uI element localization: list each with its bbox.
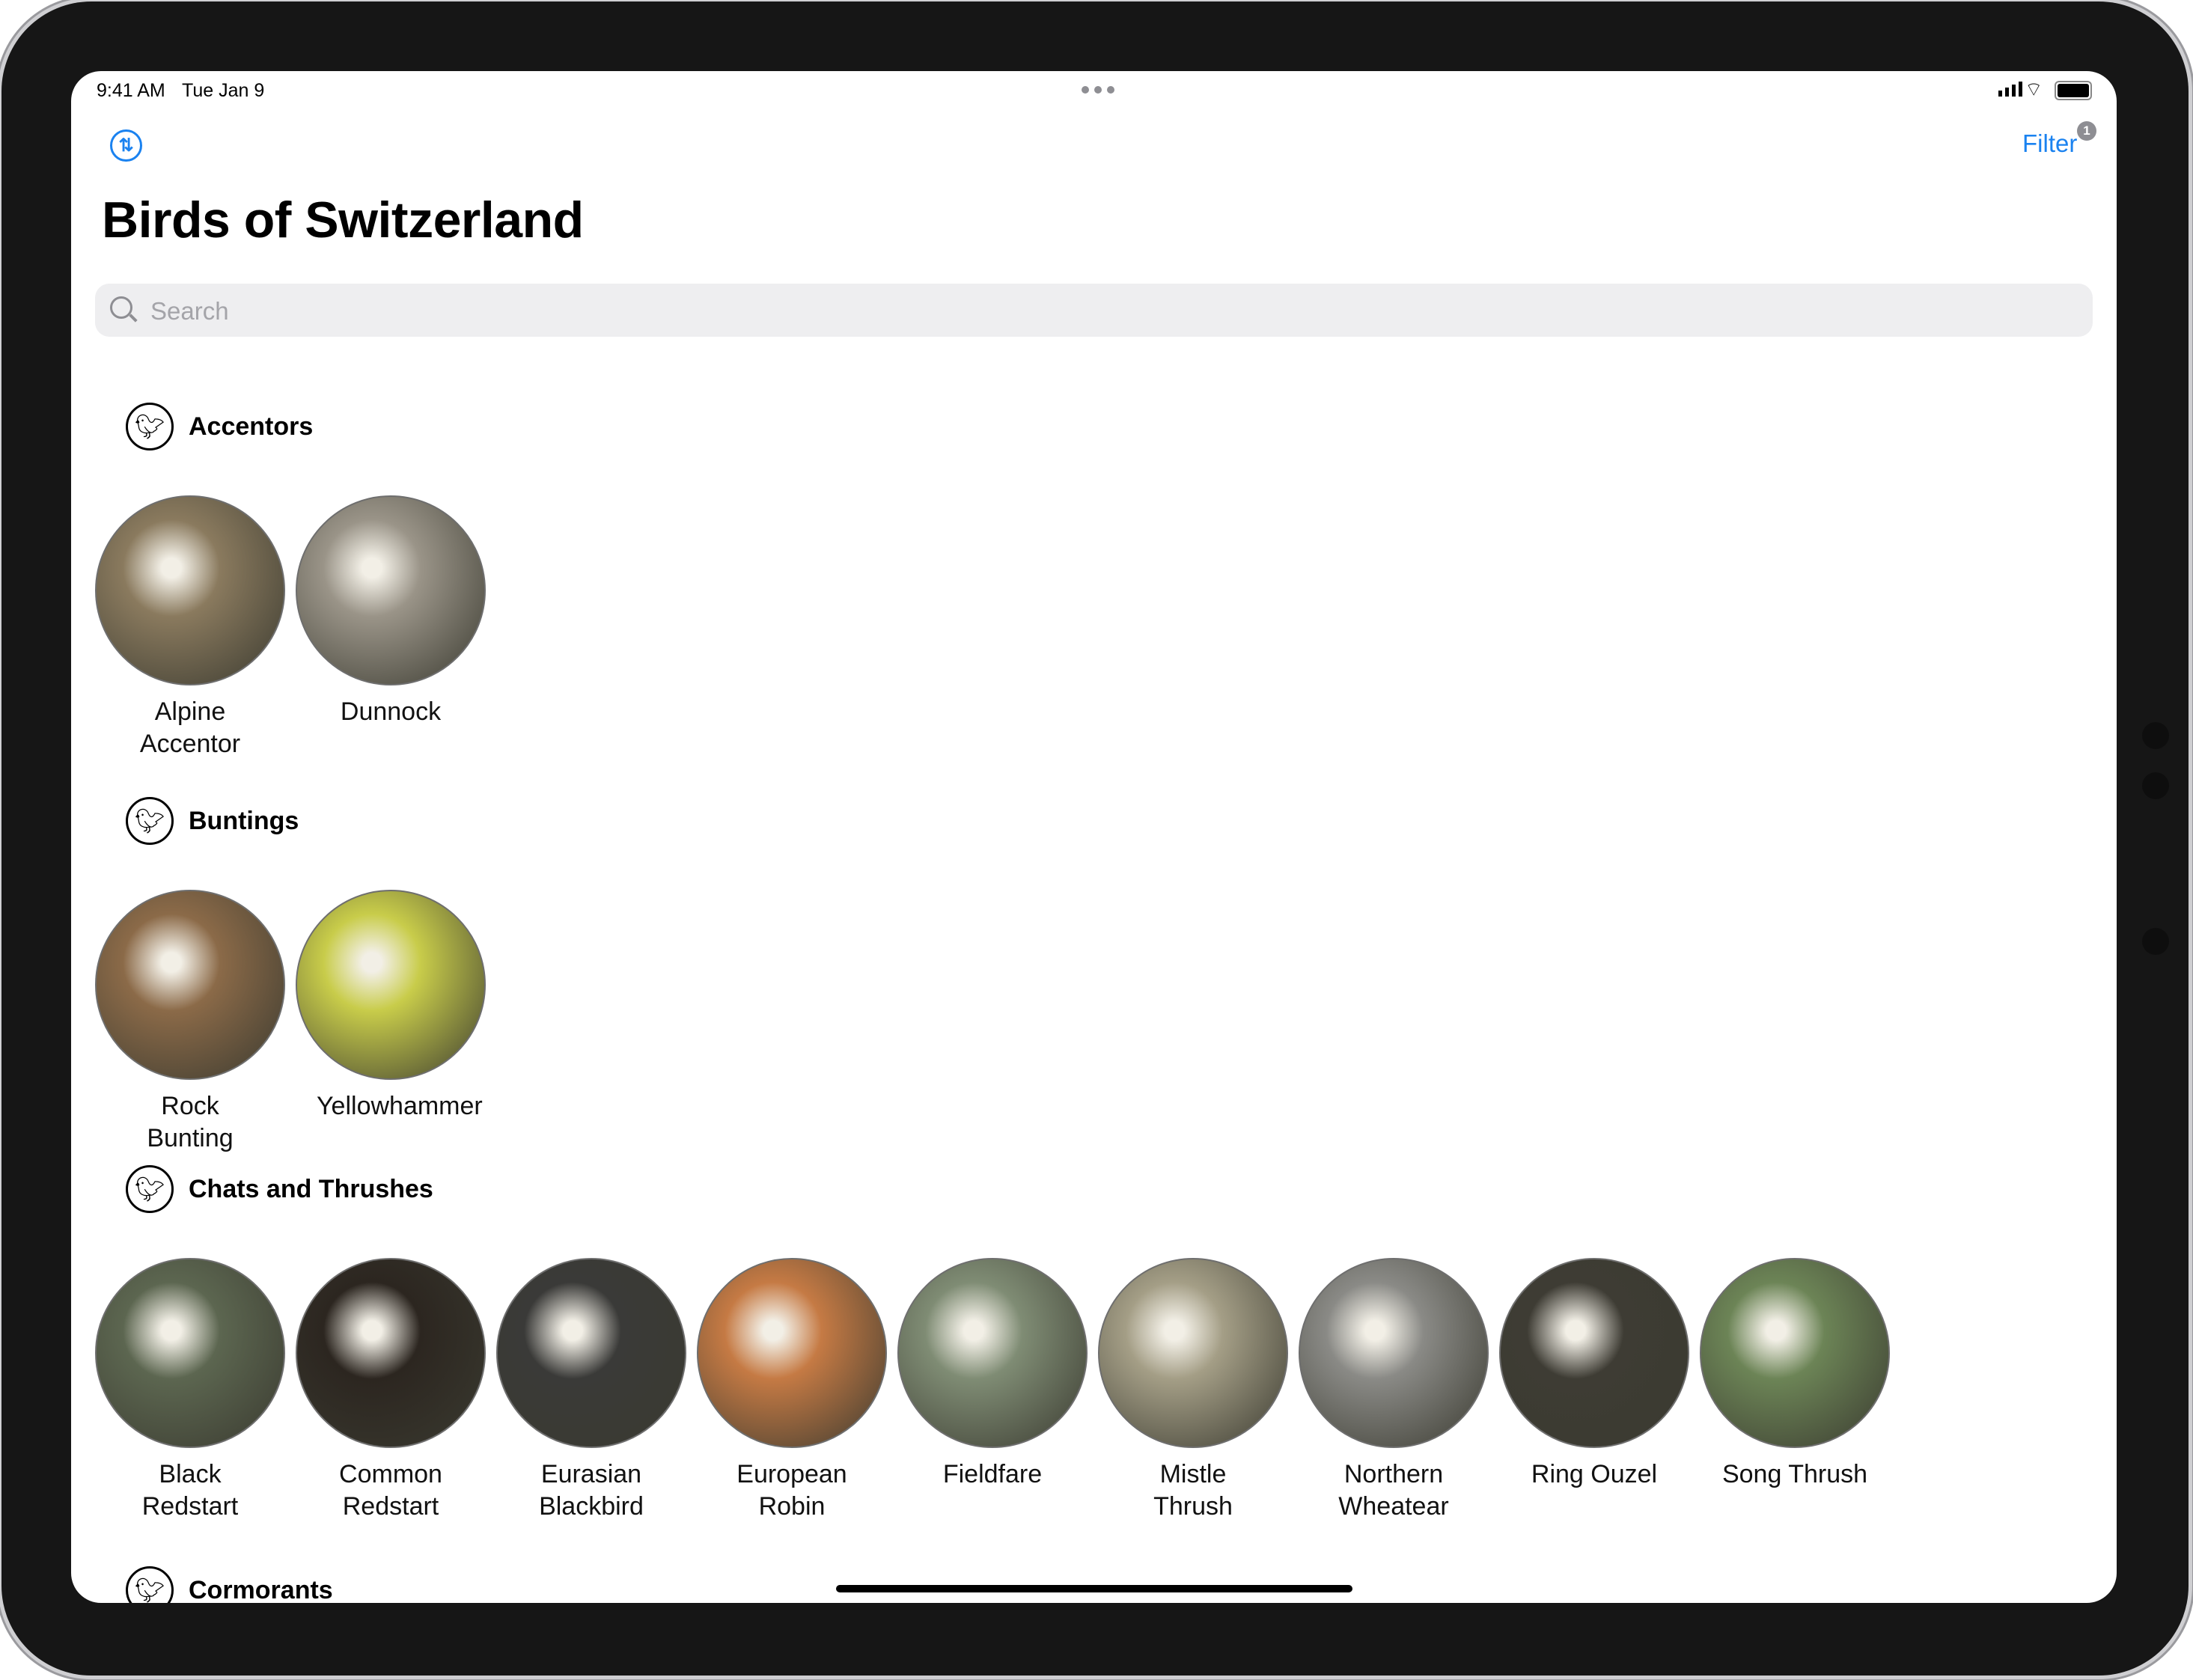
home-indicator[interactable] bbox=[836, 1585, 1352, 1592]
section-title: Accentors bbox=[189, 412, 314, 441]
filter-count-badge: 1 bbox=[2077, 121, 2096, 141]
bird-name: Song Thrush bbox=[1721, 1460, 1868, 1488]
bird-name: Alpine Accentor bbox=[139, 697, 241, 758]
bird-name: European Robin bbox=[736, 1460, 847, 1521]
page-title: Birds of Switzerland bbox=[102, 192, 584, 248]
screen: 9:41 AM Tue Jan 9 ⌔ ⇅ Filter 1 Birds of … bbox=[71, 71, 2117, 1603]
bird-item[interactable]: Yellowhammer bbox=[296, 890, 486, 1122]
arrow-up-arrow-down-icon: ⇅ bbox=[118, 135, 134, 156]
side-button bbox=[2142, 928, 2169, 955]
bird-icon: 🐦︎ bbox=[126, 1165, 174, 1213]
bird-name: Common Redstart bbox=[339, 1460, 442, 1521]
filter-button[interactable]: Filter bbox=[2022, 129, 2077, 158]
bird-photo bbox=[496, 1258, 686, 1448]
signal-icon bbox=[1998, 82, 2022, 97]
bird-photo bbox=[1098, 1258, 1288, 1448]
bird-photo bbox=[95, 1258, 285, 1448]
bird-photo bbox=[296, 890, 486, 1080]
battery-icon bbox=[2055, 81, 2092, 100]
bird-name: Fieldfare bbox=[942, 1460, 1043, 1488]
section-header[interactable]: 🐦︎ Chats and Thrushes bbox=[126, 1165, 433, 1213]
bird-photo bbox=[897, 1258, 1088, 1448]
side-button bbox=[2142, 772, 2169, 799]
sort-button[interactable]: ⇅ bbox=[110, 129, 142, 162]
bird-name: Yellowhammer bbox=[317, 1092, 483, 1120]
bird-item[interactable]: Black Redstart bbox=[95, 1258, 285, 1523]
bird-item[interactable]: Fieldfare bbox=[897, 1258, 1088, 1491]
search-icon bbox=[110, 296, 132, 319]
section-header[interactable]: 🐦︎ Accentors bbox=[126, 403, 313, 450]
bird-name: Rock Bunting bbox=[147, 1092, 234, 1152]
search-field[interactable] bbox=[95, 284, 2093, 338]
bird-photo bbox=[1700, 1258, 1890, 1448]
section-title: Buntings bbox=[189, 806, 299, 835]
bird-photo bbox=[697, 1258, 887, 1448]
multitasking-dots-icon[interactable] bbox=[1082, 86, 1114, 94]
section-title: Chats and Thrushes bbox=[189, 1174, 433, 1203]
section-header[interactable]: 🐦︎ Buntings bbox=[126, 797, 299, 845]
bird-photo bbox=[95, 495, 285, 685]
bird-photo bbox=[95, 890, 285, 1080]
bird-item[interactable]: Common Redstart bbox=[296, 1258, 486, 1523]
bird-item[interactable]: European Robin bbox=[697, 1258, 887, 1523]
status-time: 9:41 AM bbox=[97, 80, 165, 101]
bird-photo bbox=[1299, 1258, 1489, 1448]
status-date: Tue Jan 9 bbox=[182, 80, 265, 101]
bird-item[interactable]: Ring Ouzel bbox=[1499, 1258, 1689, 1491]
bird-icon: 🐦︎ bbox=[126, 797, 174, 845]
section-title: Cormorants bbox=[189, 1575, 333, 1604]
bird-item[interactable]: Eurasian Blackbird bbox=[496, 1258, 686, 1523]
bird-item[interactable]: Alpine Accentor bbox=[95, 495, 285, 760]
search-input[interactable] bbox=[149, 284, 2023, 338]
bird-name: Northern Wheatear bbox=[1338, 1460, 1449, 1521]
bird-photo bbox=[1499, 1258, 1689, 1448]
bird-icon: 🐦︎ bbox=[126, 403, 174, 450]
bird-name: Mistle Thrush bbox=[1153, 1460, 1233, 1521]
bird-item[interactable]: Dunnock bbox=[296, 495, 486, 728]
bird-photo bbox=[296, 495, 486, 685]
bird-name: Dunnock bbox=[340, 697, 442, 726]
bird-item[interactable]: Song Thrush bbox=[1700, 1258, 1890, 1491]
bird-photo bbox=[296, 1258, 486, 1448]
side-button bbox=[2142, 722, 2169, 749]
section-header[interactable]: 🐦︎ Cormorants bbox=[126, 1566, 333, 1603]
wifi-icon: ⌔ bbox=[2025, 78, 2043, 100]
bird-item[interactable]: Rock Bunting bbox=[95, 890, 285, 1155]
bird-item[interactable]: Mistle Thrush bbox=[1098, 1258, 1288, 1523]
bird-item[interactable]: Northern Wheatear bbox=[1299, 1258, 1489, 1523]
bird-name: Black Redstart bbox=[141, 1460, 239, 1521]
bird-name: Ring Ouzel bbox=[1531, 1460, 1658, 1488]
bird-icon: 🐦︎ bbox=[126, 1566, 174, 1603]
bird-name: Eurasian Blackbird bbox=[539, 1460, 644, 1521]
